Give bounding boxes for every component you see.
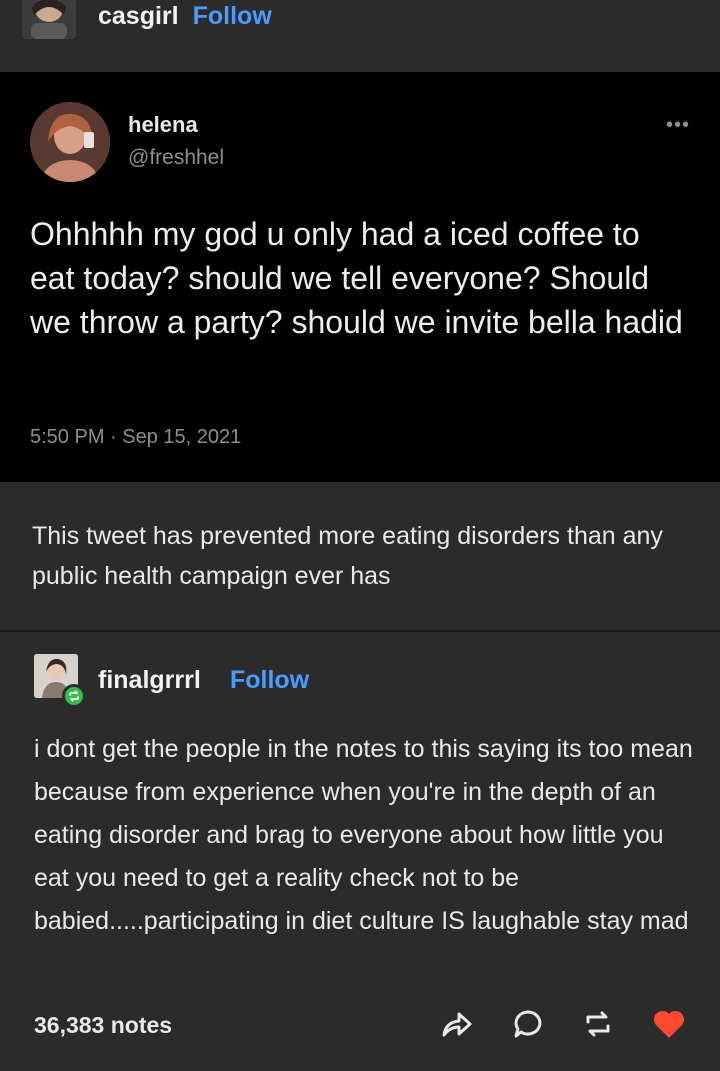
avatar[interactable] (22, 0, 76, 39)
more-horizontal-icon: ••• (666, 114, 691, 136)
post-header: casgirl Follow (0, 0, 720, 72)
post-footer: 36,383 notes (0, 1000, 720, 1060)
reblog-icon (62, 684, 86, 708)
follow-button[interactable]: Follow (230, 666, 309, 695)
tweet-timestamp: 5:50 PM · Sep 15, 2021 (30, 426, 242, 448)
post-author-name[interactable]: casgirl (98, 2, 179, 31)
post-actions (440, 1008, 686, 1040)
tweet-author-name: helena (128, 112, 198, 137)
follow-button[interactable]: Follow (193, 2, 272, 31)
notes-count[interactable]: 36,383 notes (34, 1012, 172, 1039)
comment-icon[interactable] (512, 1008, 544, 1040)
tweet-text: Ohhhhh my god u only had a iced coffee t… (30, 216, 683, 340)
reblog-text: i dont get the people in the notes to th… (34, 735, 693, 935)
tumblr-post: casgirl Follow helena @freshhel ••• Ohhh… (0, 0, 720, 1071)
reblog-icon[interactable] (582, 1008, 614, 1040)
post-comment: This tweet has prevented more eating dis… (32, 522, 663, 590)
divider (0, 630, 720, 632)
reblog-header: finalgrrrl Follow (34, 654, 684, 712)
tweet-author-handle: @freshhel (128, 146, 225, 169)
reblog-author-name[interactable]: finalgrrrl (98, 666, 201, 695)
share-icon[interactable] (440, 1009, 474, 1039)
tweet-avatar (30, 102, 110, 182)
heart-icon[interactable] (652, 1008, 686, 1040)
embedded-tweet-image: helena @freshhel ••• Ohhhhh my god u onl… (0, 72, 720, 482)
